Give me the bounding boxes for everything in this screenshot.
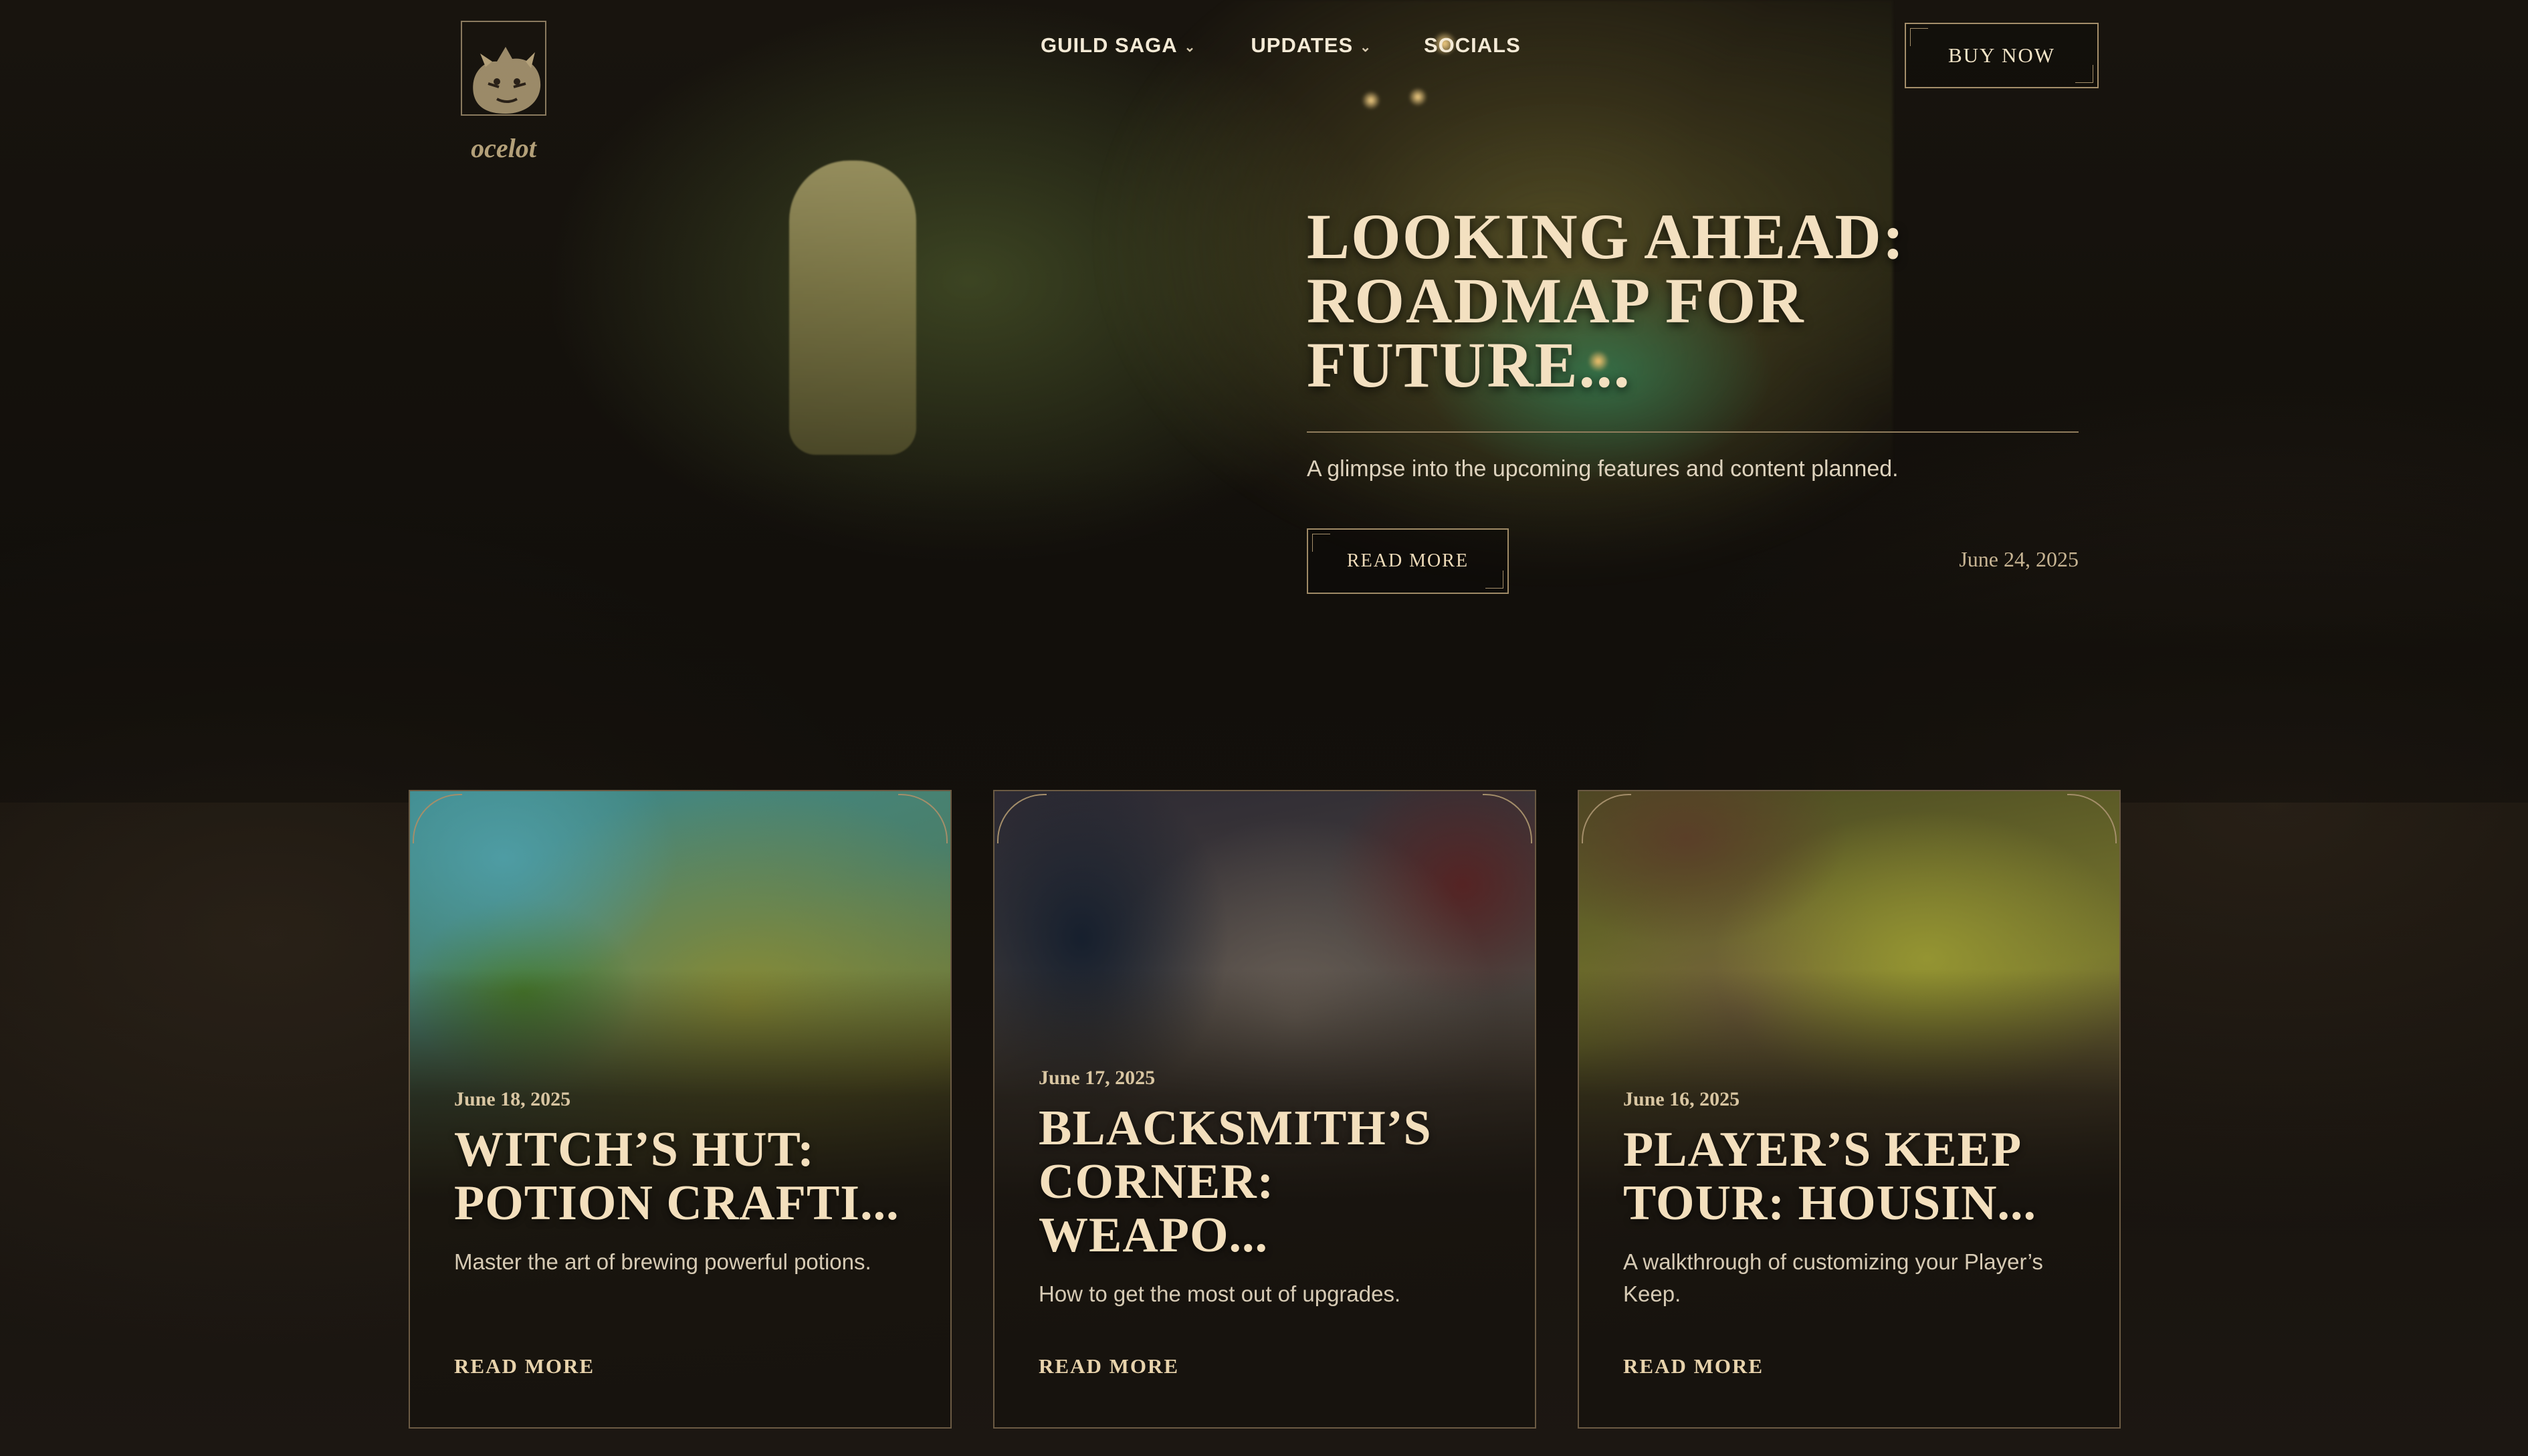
news-card[interactable]: June 18, 2025 WITCH’S HUT: POTION CRAFTI… bbox=[409, 790, 952, 1429]
nav-guild-saga-label: GUILD SAGA bbox=[1041, 33, 1178, 57]
nav-updates[interactable]: UPDATES ⌄ bbox=[1251, 33, 1372, 58]
card-corner-ornament bbox=[897, 791, 950, 845]
hero-title: LOOKING AHEAD: ROADMAP FOR FUTURE... bbox=[1307, 201, 1905, 401]
card-date: June 18, 2025 bbox=[454, 1088, 571, 1110]
chevron-down-icon: ⌄ bbox=[1360, 39, 1372, 55]
card-date: June 16, 2025 bbox=[1623, 1088, 1740, 1110]
card-title: BLACKSMITH’S CORNER: WEAPO... bbox=[1039, 1101, 1432, 1263]
card-description: How to get the most out of upgrades. bbox=[1039, 1281, 1401, 1306]
card-corner-ornament bbox=[1481, 791, 1535, 845]
card-body: June 17, 2025 BLACKSMITH’S CORNER: WEAPO… bbox=[1039, 1067, 1495, 1310]
news-card[interactable]: June 16, 2025 PLAYER’S KEEP TOUR: HOUSIN… bbox=[1578, 790, 2121, 1429]
nav-guild-saga[interactable]: GUILD SAGA ⌄ bbox=[1041, 33, 1196, 58]
hero-date: June 24, 2025 bbox=[1959, 547, 2079, 571]
hero-divider bbox=[1307, 431, 2079, 433]
card-body: June 16, 2025 PLAYER’S KEEP TOUR: HOUSIN… bbox=[1623, 1088, 2079, 1310]
hero-read-more-button[interactable]: READ MORE bbox=[1307, 528, 1509, 594]
card-corner-ornament bbox=[2066, 791, 2119, 845]
hero-statue-figure bbox=[789, 161, 916, 455]
card-body: June 18, 2025 WITCH’S HUT: POTION CRAFTI… bbox=[454, 1088, 910, 1278]
card-corner-ornament bbox=[1579, 791, 1632, 845]
hero-description: A glimpse into the upcoming features and… bbox=[1307, 456, 1899, 482]
news-cards: June 18, 2025 WITCH’S HUT: POTION CRAFTI… bbox=[409, 790, 2121, 1429]
card-title: WITCH’S HUT: POTION CRAFTI... bbox=[454, 1122, 900, 1231]
ocelot-logo-icon: ocelot bbox=[461, 21, 546, 163]
chevron-down-icon: ⌄ bbox=[1184, 39, 1196, 55]
ocelot-logo[interactable]: ocelot bbox=[447, 20, 560, 174]
nav-socials-label: SOCIALS bbox=[1423, 33, 1521, 57]
nav-updates-label: UPDATES bbox=[1251, 33, 1354, 57]
card-read-more-link[interactable]: READ MORE bbox=[1623, 1354, 1764, 1378]
nav-socials[interactable]: SOCIALS bbox=[1424, 33, 1521, 58]
card-date: June 17, 2025 bbox=[1039, 1067, 1156, 1089]
svg-text:ocelot: ocelot bbox=[471, 133, 538, 163]
card-description: A walkthrough of customizing your Player… bbox=[1623, 1249, 2043, 1306]
card-read-more-link[interactable]: READ MORE bbox=[454, 1354, 595, 1378]
hero-fog-overlay bbox=[0, 468, 2528, 803]
news-card[interactable]: June 17, 2025 BLACKSMITH’S CORNER: WEAPO… bbox=[993, 790, 1536, 1429]
main-nav: GUILD SAGA ⌄ UPDATES ⌄ SOCIALS bbox=[1041, 32, 1521, 59]
card-corner-ornament bbox=[410, 791, 463, 845]
card-read-more-link[interactable]: READ MORE bbox=[1039, 1354, 1179, 1378]
card-description: Master the art of brewing powerful potio… bbox=[454, 1249, 871, 1274]
card-corner-ornament bbox=[994, 791, 1048, 845]
card-title: PLAYER’S KEEP TOUR: HOUSIN... bbox=[1623, 1122, 2037, 1231]
buy-now-button[interactable]: BUY NOW bbox=[1905, 23, 2099, 88]
